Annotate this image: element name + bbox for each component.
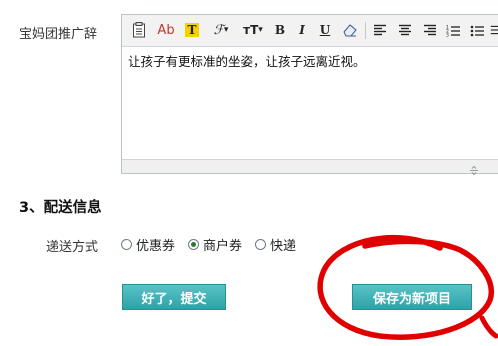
bold-button[interactable]: B xyxy=(272,20,288,40)
chevron-down-icon: ▾ xyxy=(258,25,263,35)
font-color-label: Ab xyxy=(157,22,175,38)
toolbar-divider xyxy=(365,22,366,39)
editor-statusbar xyxy=(122,159,498,176)
radio-option-coupon[interactable]: 优惠券 xyxy=(121,235,175,254)
radio-option-express[interactable]: 快递 xyxy=(255,235,296,254)
font-family-dropdown[interactable]: ℱ ▾ xyxy=(209,20,233,40)
resize-grip-icon[interactable] xyxy=(467,161,481,176)
font-family-icon: ℱ xyxy=(213,22,224,38)
indent-icon[interactable] xyxy=(490,20,498,40)
radio-button[interactable] xyxy=(188,239,199,250)
radio-option-label: 商户券 xyxy=(203,239,243,254)
underline-button[interactable]: U xyxy=(317,20,333,40)
svg-text:3: 3 xyxy=(446,32,449,37)
delivery-section-title: 3、配送信息 xyxy=(19,200,102,216)
chevron-down-icon: ▾ xyxy=(223,25,229,35)
radio-option-merchant-voucher[interactable]: 商户券 xyxy=(188,235,242,254)
editor-toolbar: Ab T ℱ ▾ тТ ▾ B I U 1 2 3 xyxy=(122,15,498,47)
radio-button[interactable] xyxy=(255,239,266,250)
save-as-new-project-button[interactable]: 保存为新项目 xyxy=(352,284,472,310)
editor-content[interactable]: 让孩子有更标准的坐姿，让孩子远离近视。 xyxy=(128,53,492,71)
promo-text-label: 宝妈团推广辞 xyxy=(19,27,98,42)
page: 宝妈团推广辞 Ab T ℱ ▾ тТ ▾ B I U 1 2 3 让孩子有更标准… xyxy=(0,0,498,346)
unordered-list-icon[interactable] xyxy=(468,20,486,40)
align-center-icon[interactable] xyxy=(396,20,414,40)
italic-button[interactable]: I xyxy=(294,20,310,40)
radio-option-label: 快递 xyxy=(270,239,297,254)
rich-text-editor: Ab T ℱ ▾ тТ ▾ B I U 1 2 3 让孩子有更标准的坐姿，让孩子… xyxy=(121,14,498,176)
font-color-icon[interactable]: Ab xyxy=(155,20,177,40)
align-right-icon[interactable] xyxy=(421,20,439,40)
radio-option-label: 优惠券 xyxy=(136,239,176,254)
ordered-list-icon[interactable]: 1 2 3 xyxy=(444,20,462,40)
highlight-icon[interactable]: T xyxy=(183,20,201,40)
delivery-method-label: 递送方式 xyxy=(46,240,99,255)
paste-icon[interactable] xyxy=(130,20,148,40)
font-size-icon: тТ xyxy=(243,23,259,37)
radio-button[interactable] xyxy=(121,239,132,250)
align-left-icon[interactable] xyxy=(371,20,389,40)
submit-button[interactable]: 好了，提交 xyxy=(122,284,226,310)
font-size-dropdown[interactable]: тТ ▾ xyxy=(239,20,267,40)
eraser-icon[interactable] xyxy=(341,20,359,40)
